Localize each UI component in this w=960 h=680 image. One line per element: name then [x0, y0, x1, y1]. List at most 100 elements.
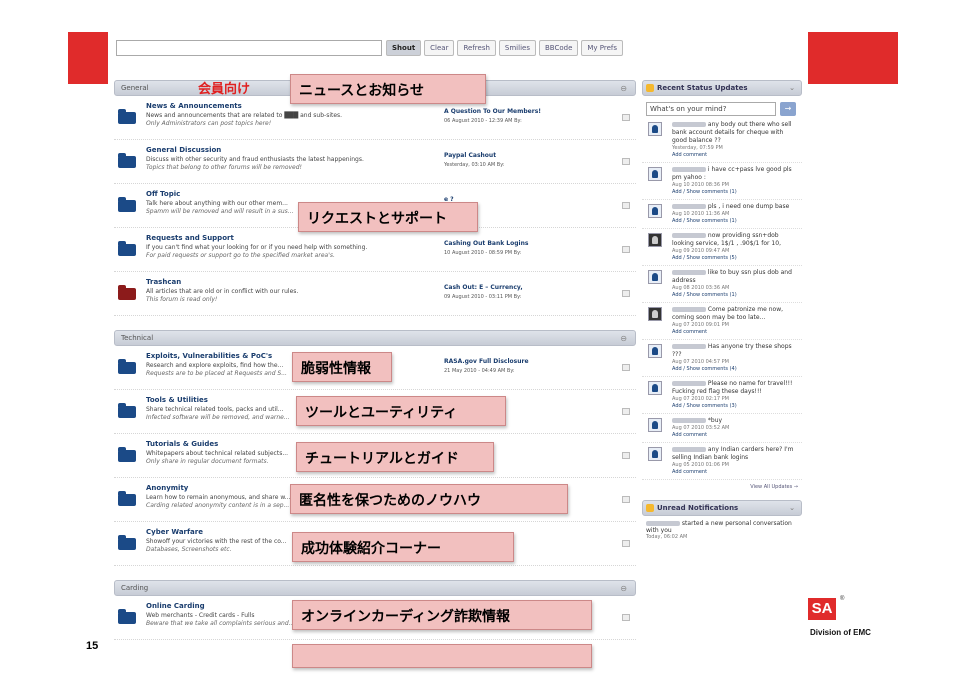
forum-row[interactable]: News & Announcements News and announcemen… [114, 98, 636, 140]
status-text: *buy [707, 417, 723, 424]
status-update: like to buy ssn plus dob and address Aug … [642, 266, 802, 303]
go-to-last-post-icon[interactable] [622, 202, 630, 209]
status-input[interactable]: What's on your mind? [646, 102, 776, 116]
forum-row[interactable]: Trashcan All articles that are old or in … [114, 274, 636, 316]
notifications-header[interactable]: Unread Notifications ⌄ [642, 500, 802, 516]
username-redacted[interactable] [672, 344, 706, 349]
forum-title[interactable]: Online Carding [146, 602, 205, 610]
avatar[interactable] [648, 204, 662, 218]
category-header-carding[interactable]: Carding ⊖ [114, 580, 636, 596]
sidebar-header[interactable]: Recent Status Updates ⌄ [642, 80, 802, 96]
collapse-icon[interactable]: ⊖ [620, 584, 627, 593]
collapse-icon[interactable]: ⌄ [789, 504, 795, 512]
status-date: Yesterday, 07:59 PM [672, 145, 723, 151]
forum-title[interactable]: Trashcan [146, 278, 181, 286]
notifications-title: Unread Notifications [657, 504, 739, 512]
forum-title[interactable]: General Discussion [146, 146, 221, 154]
avatar[interactable] [648, 418, 662, 432]
avatar[interactable] [648, 447, 662, 461]
sidebar-title: Recent Status Updates [657, 84, 748, 92]
callout-vulnerabilities: 脆弱性情報 [292, 352, 392, 382]
last-post-title[interactable]: A Question To Our Members! [444, 108, 541, 115]
username-redacted[interactable] [672, 270, 706, 275]
collapse-icon[interactable]: ⊖ [620, 84, 627, 93]
callout-requests: リクエストとサポート [298, 202, 478, 232]
forum-row[interactable]: Requests and Support If you can't find wh… [114, 230, 636, 272]
forum-title[interactable]: Requests and Support [146, 234, 234, 242]
forum-note: Requests are to be placed at Requests an… [146, 370, 287, 377]
username-redacted[interactable] [672, 167, 706, 172]
rsa-logo: SA [808, 598, 836, 620]
avatar[interactable] [648, 270, 662, 284]
username-redacted[interactable] [672, 122, 706, 127]
forum-row[interactable]: General Discussion Discuss with other sec… [114, 142, 636, 184]
forum-title[interactable]: Anonymity [146, 484, 188, 492]
go-to-last-post-icon[interactable] [622, 496, 630, 503]
forum-description: If you can't find what your looking for … [146, 244, 368, 251]
avatar[interactable] [648, 233, 662, 247]
forum-title[interactable]: Tools & Utilities [146, 396, 208, 404]
category-title: Technical [121, 334, 154, 342]
collapse-icon[interactable]: ⊖ [620, 334, 627, 343]
status-comment-link[interactable]: Add / Show comments (1) [672, 218, 800, 225]
last-post-title[interactable]: Paypal Cashout [444, 152, 496, 159]
forum-title[interactable]: News & Announcements [146, 102, 242, 110]
avatar[interactable] [648, 381, 662, 395]
username-redacted[interactable] [672, 307, 706, 312]
status-comment-link[interactable]: Add / Show comments (1) [672, 189, 800, 196]
bbcode-button[interactable]: BBCode [538, 40, 579, 56]
forum-title[interactable]: Exploits, Vulnerabilities & PoC's [146, 352, 272, 360]
status-comment-link[interactable]: Add / Show comments (4) [672, 366, 800, 373]
go-to-last-post-icon[interactable] [622, 452, 630, 459]
avatar[interactable] [648, 344, 662, 358]
shout-input[interactable] [116, 40, 382, 56]
category-header-technical[interactable]: Technical ⊖ [114, 330, 636, 346]
go-to-last-post-icon[interactable] [622, 408, 630, 415]
clear-button[interactable]: Clear [424, 40, 455, 56]
forum-title[interactable]: Tutorials & Guides [146, 440, 218, 448]
go-to-last-post-icon[interactable] [622, 114, 630, 121]
forum-note: Infected software will be removed, and w… [146, 414, 290, 421]
username-redacted[interactable] [672, 381, 706, 386]
username-redacted[interactable] [672, 447, 706, 452]
go-to-last-post-icon[interactable] [622, 540, 630, 547]
shout-button[interactable]: Shout [386, 40, 422, 56]
collapse-icon[interactable]: ⌄ [789, 84, 795, 92]
notification-item[interactable]: started a new personal conversation with… [642, 516, 802, 545]
status-comment-link[interactable]: Add comment [672, 469, 800, 476]
my-prefs-button[interactable]: My Prefs [581, 40, 624, 56]
view-all-updates-link[interactable]: View All Updates → [642, 480, 802, 500]
go-to-last-post-icon[interactable] [622, 614, 630, 621]
status-submit-button[interactable]: → [780, 102, 796, 116]
forum-note: This forum is read only! [146, 296, 218, 303]
refresh-button[interactable]: Refresh [457, 40, 496, 56]
status-comment-link[interactable]: Add / Show comments (1) [672, 292, 800, 299]
status-comment-link[interactable]: Add / Show comments (3) [672, 403, 800, 410]
last-post-title[interactable]: RASA.gov Full Disclosure [444, 358, 529, 365]
status-comment-link[interactable]: Add comment [672, 432, 800, 439]
go-to-last-post-icon[interactable] [622, 290, 630, 297]
forum-title[interactable]: Cyber Warfare [146, 528, 203, 536]
status-date: Aug 05 2010 01:06 PM [672, 462, 729, 468]
member-only-label: 会員向け [198, 82, 251, 97]
forum-title[interactable]: Off Topic [146, 190, 180, 198]
go-to-last-post-icon[interactable] [622, 246, 630, 253]
avatar[interactable] [648, 307, 662, 321]
go-to-last-post-icon[interactable] [622, 158, 630, 165]
last-post-title[interactable]: Cash Out: E – Currency, [444, 284, 523, 291]
go-to-last-post-icon[interactable] [622, 364, 630, 371]
status-date: Aug 07 2010 04:57 PM [672, 359, 729, 365]
avatar[interactable] [648, 167, 662, 181]
username-redacted[interactable] [672, 233, 706, 238]
status-comment-link[interactable]: Add comment [672, 152, 800, 159]
status-comment-link[interactable]: Add comment [672, 329, 800, 336]
last-post-title[interactable]: Cashing Out Bank Logins [444, 240, 528, 247]
smilies-button[interactable]: Smilies [498, 40, 536, 56]
folder-icon [118, 359, 136, 374]
status-date: Aug 07 2010 09:01 PM [672, 322, 729, 328]
username-redacted[interactable] [672, 418, 706, 423]
status-comment-link[interactable]: Add / Show comments (5) [672, 255, 800, 262]
rsa-division-text: Division of EMC [810, 628, 871, 637]
username-redacted[interactable] [672, 204, 706, 209]
avatar[interactable] [648, 122, 662, 136]
